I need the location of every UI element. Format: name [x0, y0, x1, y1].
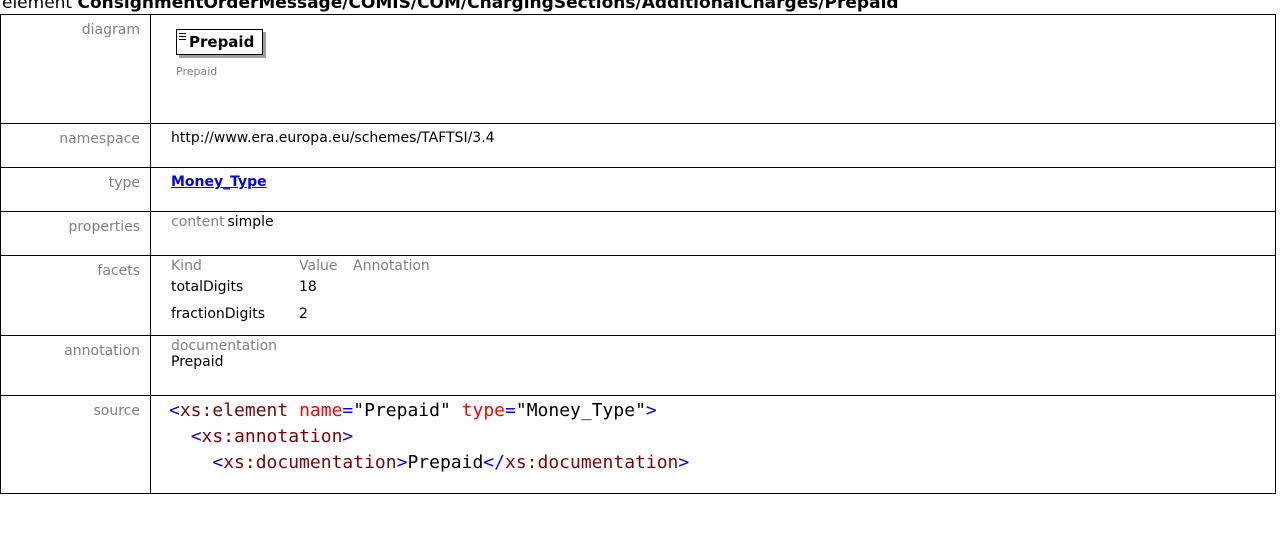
source-line-1: <xs:element name="Prepaid" type="Money_T… [169, 400, 657, 421]
diagram-row: diagram Prepaid Prepaid [0, 14, 1276, 124]
facet-row: fractionDigits 2 [171, 303, 1275, 326]
facet-value: 2 [299, 306, 308, 322]
facets-row: facets Kind Value Annotation totalDigits 18… [0, 255, 1276, 336]
facets-label: facets [0, 255, 151, 336]
diagram-element-name: Prepaid [189, 33, 255, 51]
type-label: type [0, 167, 151, 212]
content-lines-icon [179, 33, 186, 42]
element-path: ConsignmentOrderMessage/COMIS/COM/Chargi… [77, 0, 899, 13]
element-diagram-box[interactable]: Prepaid [176, 29, 264, 55]
diagram-label: diagram [0, 14, 151, 124]
annotation-row: annotation documentation Prepaid [0, 335, 1276, 396]
namespace-row: namespace http://www.era.europa.eu/schem… [0, 123, 1276, 168]
facet-header-annotation: Annotation [353, 258, 430, 274]
annotation-cell: documentation Prepaid [150, 335, 1276, 396]
documentation-text: Prepaid [171, 354, 224, 370]
properties-cell: content simple [150, 211, 1276, 256]
properties-row: properties content simple [0, 211, 1276, 256]
title-prefix: element [2, 0, 73, 13]
properties-label: properties [0, 211, 151, 256]
facet-header-kind: Kind [171, 258, 202, 274]
source-row: source <xs:element name="Prepaid" type="… [0, 395, 1276, 494]
source-line-3: <xs:documentation>Prepaid</xs:documentat… [212, 452, 690, 473]
facet-row: totalDigits 18 [171, 276, 1275, 299]
type-cell: Money_Type [150, 167, 1276, 212]
page-title: element ConsignmentOrderMessage/COMIS/CO… [2, 0, 1282, 14]
source-label: source [0, 395, 151, 494]
type-row: type Money_Type [0, 167, 1276, 212]
namespace-value: http://www.era.europa.eu/schemes/TAFTSI/… [150, 123, 1276, 168]
property-key: content [171, 214, 225, 230]
property-value: simple [227, 214, 274, 230]
facets-cell: Kind Value Annotation totalDigits 18 fracti… [150, 255, 1276, 336]
annotation-label: annotation [0, 335, 151, 396]
diagram-caption: Prepaid [176, 65, 218, 78]
facet-kind: fractionDigits [171, 306, 266, 322]
facet-header-value: Value [299, 258, 338, 274]
documentation-heading: documentation [171, 338, 278, 354]
facet-value: 18 [299, 279, 317, 295]
namespace-label: namespace [0, 123, 151, 168]
source-code: <xs:element name="Prepaid" type="Money_T… [169, 396, 1275, 476]
source-line-2: <xs:annotation> [190, 426, 354, 447]
diagram-cell: Prepaid Prepaid [150, 14, 1276, 124]
source-cell: <xs:element name="Prepaid" type="Money_T… [150, 395, 1276, 494]
type-link[interactable]: Money_Type [171, 174, 267, 190]
element-doc-table: diagram Prepaid Prepaid namespace http:/… [0, 14, 1276, 494]
facet-kind: totalDigits [171, 279, 244, 295]
